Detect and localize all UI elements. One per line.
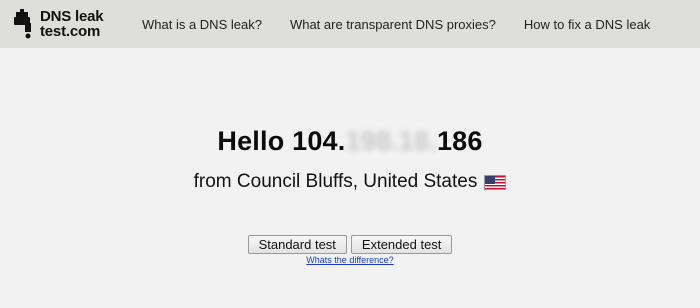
- main-nav: What is a DNS leak? What are transparent…: [142, 17, 678, 32]
- logo-line1: DNS leak: [40, 8, 104, 25]
- difference-link-container: Whats the difference?: [0, 255, 700, 265]
- location-line: from Council Bluffs, United States: [0, 171, 700, 193]
- nav-transparent-dns-proxies[interactable]: What are transparent DNS proxies?: [290, 17, 496, 32]
- faucet-icon: [14, 9, 31, 39]
- nav-how-to-fix[interactable]: How to fix a DNS leak: [524, 17, 650, 32]
- site-logo[interactable]: DNS leak test.com: [14, 9, 124, 39]
- logo-text: DNS leak test.com: [40, 8, 104, 40]
- extended-test-button[interactable]: Extended test: [350, 235, 453, 254]
- ip-blurred-segment: 198.18.: [345, 126, 437, 156]
- location-text: from Council Bluffs, United States: [193, 171, 478, 192]
- greeting-ip: Hello 104.198.18.186: [0, 126, 700, 157]
- logo-line2: test.com: [40, 23, 101, 40]
- greeting-suffix: 186: [436, 126, 483, 156]
- greeting-prefix: Hello 104.: [217, 126, 346, 156]
- nav-what-is-dns-leak[interactable]: What is a DNS leak?: [142, 17, 262, 32]
- main-content: Hello 104.198.18.186 from Council Bluffs…: [0, 48, 700, 308]
- test-buttons: Standard test Extended test: [0, 235, 700, 254]
- us-flag-icon: [484, 174, 507, 190]
- site-header: DNS leak test.com What is a DNS leak? Wh…: [0, 0, 700, 48]
- standard-test-button[interactable]: Standard test: [247, 235, 347, 254]
- difference-link[interactable]: Whats the difference?: [306, 255, 393, 265]
- flag-canton: [485, 175, 496, 184]
